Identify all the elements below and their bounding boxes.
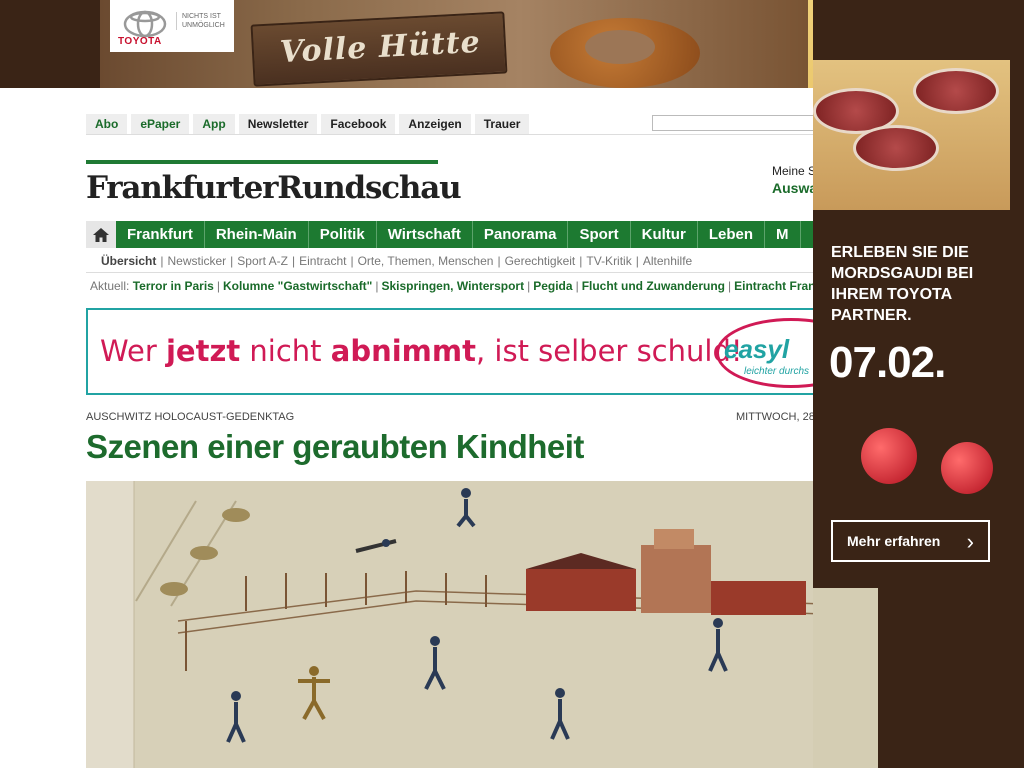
ad-word-bold: jetzt — [165, 334, 241, 368]
sign-text: Volle Hütte — [279, 24, 482, 71]
aktuell-topic[interactable]: Kolumne "Gastwirtschaft" — [223, 279, 372, 293]
child-drawing-illustration — [86, 481, 813, 768]
service-nav: Abo ePaper App Newsletter Facebook Anzei… — [86, 114, 530, 134]
site-logo[interactable]: FrankfurterRundschau — [86, 170, 462, 206]
separator: | — [350, 254, 354, 268]
sub-nav-orte[interactable]: Orte, Themen, Menschen — [358, 254, 494, 268]
search-input[interactable] — [652, 115, 813, 131]
nav-item-panorama[interactable]: Panorama — [473, 221, 569, 248]
home-nav-button[interactable] — [86, 221, 116, 248]
service-link-trauer[interactable]: Trauer — [474, 114, 530, 134]
home-icon — [93, 227, 109, 242]
service-link-abo[interactable]: Abo — [86, 114, 128, 134]
meine-seite-label: Meine S — [772, 164, 813, 178]
ad-word: , ist selber schuld! — [475, 334, 743, 368]
nav-item-frankfurt[interactable]: Frankfurt — [116, 221, 205, 248]
aktuell-topic[interactable]: Terror in Paris — [133, 279, 214, 293]
sub-nav-sport-a-z[interactable]: Sport A-Z — [237, 254, 288, 268]
article-headline[interactable]: Szenen einer geraubten Kindheit — [86, 428, 584, 466]
nav-item-leben[interactable]: Leben — [698, 221, 765, 248]
ad-word: nicht — [240, 334, 331, 368]
article-date: MITTWOCH, 28. — [736, 411, 813, 423]
separator: | — [575, 279, 579, 293]
divider — [86, 134, 813, 135]
right-background-strip — [1010, 0, 1024, 768]
ad-brand: easyl — [724, 334, 790, 364]
ad-brand-tagline: leichter durchs — [744, 366, 810, 377]
sub-nav: Übersicht | Newsticker | Sport A-Z | Eintracht… — [101, 254, 692, 268]
separator: | — [291, 254, 296, 268]
ad-slogan: Wer jetzt nicht abnimmt, ist selber schu… — [100, 334, 742, 368]
logo-accent-bar — [86, 160, 438, 164]
separator: | — [635, 254, 639, 268]
salami-image — [853, 125, 939, 171]
service-link-app[interactable]: App — [193, 114, 235, 134]
sub-nav-tv-kritik[interactable]: TV-Kritik — [586, 254, 631, 268]
article-kicker: AUSCHWITZ HOLOCAUST-GEDENKTAG — [86, 411, 295, 423]
article-image[interactable] — [86, 481, 813, 768]
separator: | — [527, 279, 531, 293]
nav-item-kultur[interactable]: Kultur — [631, 221, 698, 248]
sub-nav-newsticker[interactable]: Newsticker — [167, 254, 226, 268]
salami-image — [913, 68, 999, 114]
separator: | — [375, 279, 379, 293]
article-image-overflow — [813, 588, 878, 768]
toyota-slogan: NICHTS IST UNMÖGLICH — [176, 12, 238, 30]
ad-word: Wer — [100, 334, 166, 368]
service-link-anzeigen[interactable]: Anzeigen — [399, 114, 471, 134]
sub-nav-uebersicht[interactable]: Übersicht — [101, 254, 156, 268]
aktuell-topic[interactable]: Eintracht Frankfur — [734, 279, 813, 293]
side-ad-headline: ERLEBEN SIE DIE MORDSGAUDI BEI IHREM TOY… — [831, 244, 974, 324]
toyota-logo-box[interactable]: TOYOTA NICHTS IST UNMÖGLICH — [110, 0, 234, 52]
nav-item-more[interactable]: M — [765, 221, 801, 248]
radish-image — [941, 442, 993, 494]
sub-nav-eintracht[interactable]: Eintracht — [299, 254, 346, 268]
separator: | — [497, 254, 501, 268]
main-nav: Frankfurt Rhein-Main Politik Wirtschaft … — [86, 221, 813, 248]
divider — [86, 272, 813, 273]
aktuell-topic[interactable]: Pegida — [533, 279, 572, 293]
nav-item-wirtschaft[interactable]: Wirtschaft — [377, 221, 473, 248]
separator: | — [216, 279, 220, 293]
mehr-erfahren-button[interactable]: Mehr erfahren › — [831, 520, 990, 562]
skyscraper-ad[interactable]: ERLEBEN SIE DIE MORDSGAUDI BEI IHREM TOY… — [813, 0, 1010, 588]
sub-nav-altenhilfe[interactable]: Altenhilfe — [643, 254, 692, 268]
chevron-right-icon: › — [966, 529, 974, 554]
separator: | — [728, 279, 732, 293]
pretzel-hole — [585, 30, 655, 64]
separator: | — [230, 254, 234, 268]
cta-label: Mehr erfahren — [847, 533, 941, 549]
aktuell-label: Aktuell: — [90, 279, 130, 293]
toyota-wordmark: TOYOTA — [118, 36, 162, 47]
meine-seite-link[interactable]: Auswa — [772, 180, 813, 196]
wooden-sign: Volle Hütte — [250, 11, 508, 87]
ad-word-bold: abnimmt — [330, 334, 476, 368]
nav-item-rhein-main[interactable]: Rhein-Main — [205, 221, 309, 248]
service-link-newsletter[interactable]: Newsletter — [238, 114, 318, 134]
news-page: Abo ePaper App Newsletter Facebook Anzei… — [0, 88, 813, 768]
aktuell-bar: Aktuell: Terror in Paris | Kolumne "Gastwi… — [90, 279, 813, 293]
inline-banner-ad[interactable]: Wer jetzt nicht abnimmt, ist selber schu… — [86, 308, 813, 395]
side-ad-date: 07.02. — [829, 338, 946, 387]
nav-item-sport[interactable]: Sport — [568, 221, 631, 248]
nav-item-politik[interactable]: Politik — [309, 221, 377, 248]
separator: | — [160, 254, 164, 268]
aktuell-topic[interactable]: Flucht und Zuwanderung — [582, 279, 725, 293]
aktuell-topic[interactable]: Skispringen, Wintersport — [382, 279, 525, 293]
radish-image — [861, 428, 917, 484]
service-link-epaper[interactable]: ePaper — [131, 114, 190, 134]
separator: | — [579, 254, 583, 268]
sub-nav-gerechtigkeit[interactable]: Gerechtigkeit — [505, 254, 576, 268]
service-link-facebook[interactable]: Facebook — [321, 114, 396, 134]
